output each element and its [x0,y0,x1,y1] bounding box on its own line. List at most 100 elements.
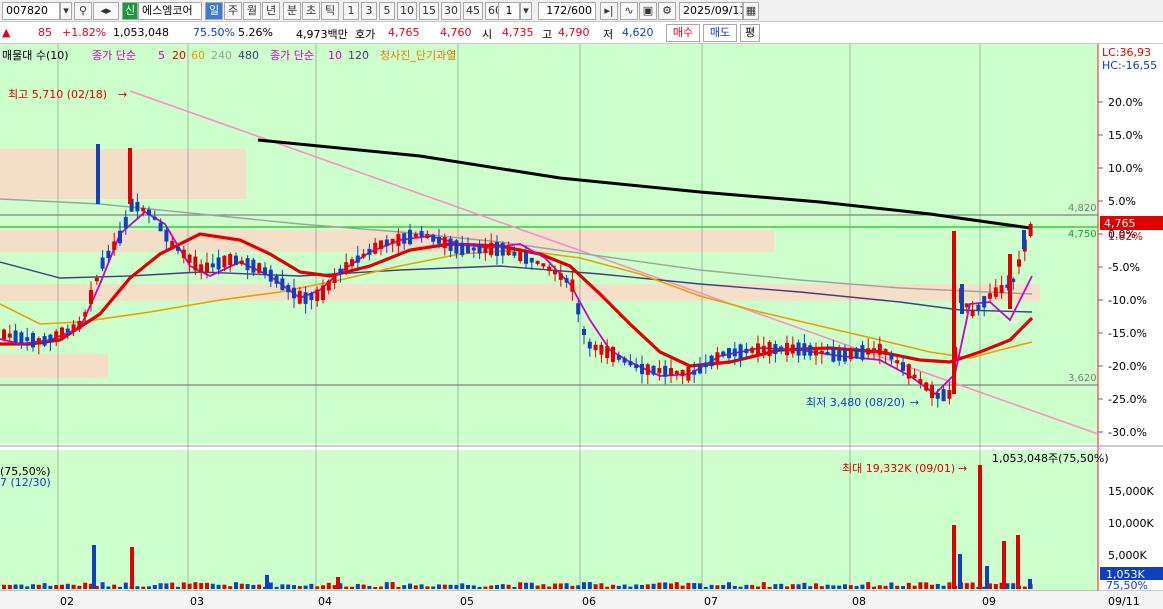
min-3[interactable]: 3 [361,2,377,20]
candle-body [500,243,505,256]
min-10[interactable]: 10 [397,2,417,20]
volume-bar [599,583,604,589]
volume-bar [321,585,325,589]
volume-bar [355,583,360,589]
change-value: 85 [38,26,52,39]
count-input[interactable]: 172/600 [538,2,596,20]
candle-body [779,346,784,352]
tab-period-month[interactable]: 월 [243,2,261,20]
volume-bar [686,583,691,589]
candle-body [599,344,604,355]
volume-bar [564,583,569,589]
volume-bar [651,583,656,589]
min-30[interactable]: 30 [441,2,461,20]
line-tool-icon[interactable]: ∿ [620,2,638,20]
speaker-icon[interactable]: ◂▸ [93,2,119,20]
candle-body [257,263,262,273]
volume-bar [587,582,592,589]
candle-body [941,389,946,402]
candle-body [547,266,552,272]
vol-pct-label: 75,50% [1106,579,1148,592]
candle-body [7,333,12,338]
min-5[interactable]: 5 [379,2,395,20]
candle-body [42,336,47,346]
volume-bar [663,582,668,589]
legend-volume-profile: 매물대 수(10) [2,49,69,62]
sell-button[interactable]: 매도 [703,24,737,42]
tab-period-minute[interactable]: 분 [283,2,301,20]
volume-bar [245,584,250,589]
volume-bar [738,586,743,589]
vol-ratio: 75.50% [193,26,235,39]
candle-body [901,362,905,371]
tab-period-week[interactable]: 주 [224,2,242,20]
price-now-pct: 1.82% [1108,230,1143,243]
candle-body [698,363,702,374]
legend-close-vma: 종가 단순 [270,49,314,62]
buy-button[interactable]: 매수 [666,24,700,42]
candle-body [36,338,41,345]
candle-body [2,329,6,340]
tab-period-second[interactable]: 초 [302,2,320,20]
volume-bar [558,583,563,589]
candle-body [506,247,511,256]
volume-bar [779,583,784,589]
candle-body [147,209,151,216]
volume-bar [199,583,204,589]
x-axis-month: 09 [982,595,996,608]
volume-bar [570,585,575,589]
date-input[interactable]: 2025/09/11 [679,2,743,20]
candle-body [947,389,952,399]
volume-bar [251,584,256,589]
volume-bar [918,582,923,589]
min-1[interactable]: 1 [343,2,359,20]
volume-bar [280,584,285,589]
candle-body [819,350,824,355]
avg-button[interactable]: 평 [740,24,760,42]
volume-bar [703,586,708,589]
volume-bar [123,582,128,589]
tab-period-day[interactable]: 일 [205,2,223,20]
candle-body [935,393,940,399]
save-icon[interactable]: ▣ [639,2,657,20]
volume-bar-spike [1016,535,1020,589]
volume-bar [883,585,888,589]
tab-period-year[interactable]: 년 [262,2,280,20]
pct-tick: 5.0% [1108,195,1136,208]
candle-body [19,332,24,344]
volume-bar [947,582,952,589]
candle-body [709,355,714,367]
gear-icon[interactable]: ⚙ [658,2,676,20]
min-value-input[interactable]: 1 [498,2,520,20]
volume-bar [83,582,88,589]
candle-body-major [960,284,964,314]
x-axis-month: 02 [60,595,74,608]
candle-body [982,296,987,308]
scroll-end-icon[interactable]: ▸| [600,2,618,20]
volume-bar [756,586,760,589]
volume-bar [843,584,847,589]
x-axis-month: 05 [460,595,474,608]
min-45[interactable]: 45 [463,2,483,20]
volume-bar [889,582,894,589]
candle-body [54,331,59,340]
min-15[interactable]: 15 [419,2,439,20]
search-icon[interactable]: ⚲ [74,2,92,20]
axis-lc: LC:36,93 [1102,46,1151,59]
volume-bar [993,584,998,589]
chart-area[interactable]: 매물대 수(10) 종가 단순 5 20 60 240 480 종가 단순 10… [0,44,1163,609]
candle-body [727,348,731,359]
code-input[interactable]: 007820 [2,2,60,20]
candle-body [25,337,30,341]
candle-body [338,268,343,274]
min-value-dropdown[interactable]: ▾ [520,2,532,20]
volume-bar [19,584,24,589]
volume-bar [674,582,679,589]
candle-body [924,382,929,391]
code-dropdown-button[interactable]: ▾ [60,2,72,20]
volume-bar [744,584,749,589]
candle-body [361,253,366,258]
tab-period-tick[interactable]: 틱 [321,2,339,20]
calendar-icon[interactable]: ▦ [743,2,759,20]
candle-body [674,370,679,375]
